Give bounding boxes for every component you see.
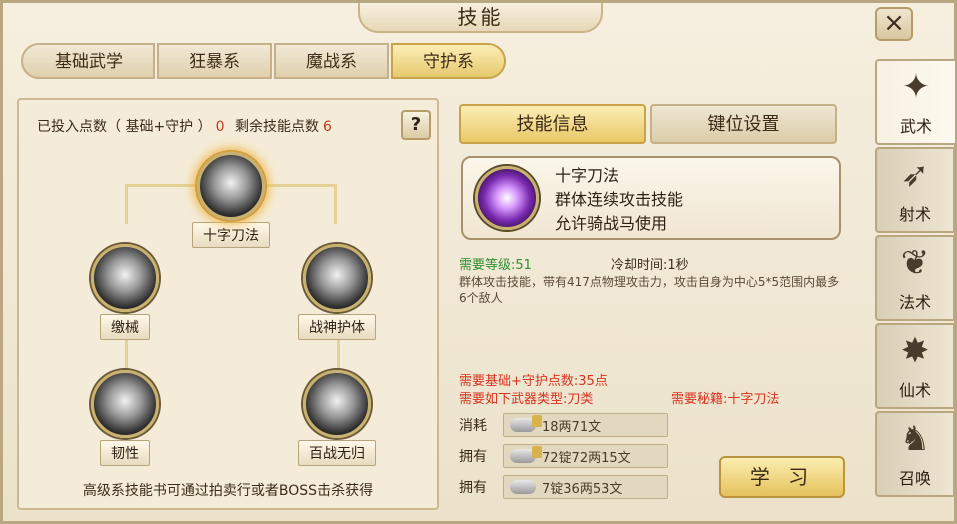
cost-value-box: 7锭36两53文 bbox=[503, 475, 668, 499]
skill-detail-panel: 技能信息 键位设置 十字刀法 群体连续攻击技能 允许骑战马使用 需要等级:51 … bbox=[451, 98, 853, 510]
school-tabs: 基础武学 狂暴系 魔战系 守护系 bbox=[21, 43, 506, 79]
cost-value-box: 72锭72两15文 bbox=[503, 444, 668, 468]
cost-value: 18两71文 bbox=[542, 419, 602, 435]
martial-arts-icon: ✦ bbox=[901, 67, 931, 107]
tab-berserk[interactable]: 狂暴系 bbox=[157, 43, 272, 79]
cost-label: 拥有 bbox=[459, 480, 487, 496]
skill-node-toughness[interactable]: 韧性 bbox=[77, 370, 173, 466]
sidebar-item-label: 仙术 bbox=[898, 381, 931, 400]
sidebar-item-label: 射术 bbox=[898, 205, 931, 224]
learn-button[interactable]: 学 习 bbox=[719, 456, 845, 498]
cost-label: 消耗 bbox=[459, 418, 487, 434]
cost-label: 拥有 bbox=[459, 449, 487, 465]
category-sidebar: ✦ 武术 ➶ 射术 ❦ 法术 ✸ 仙术 ♞ 召唤 bbox=[875, 59, 957, 499]
cross-blade-icon bbox=[475, 166, 539, 230]
sidebar-item-magic[interactable]: ❦ 法术 bbox=[875, 235, 955, 321]
help-button[interactable]: ? bbox=[401, 110, 431, 140]
skill-card-text: 十字刀法 群体连续攻击技能 允许骑战马使用 bbox=[555, 164, 683, 236]
war-god-guard-icon bbox=[303, 244, 371, 312]
skill-mount-note: 允许骑战马使用 bbox=[555, 214, 668, 233]
remaining-label: 剩余技能点数 bbox=[235, 119, 320, 135]
detail-tabs: 技能信息 键位设置 bbox=[459, 104, 837, 144]
sidebar-item-label: 召唤 bbox=[898, 469, 931, 488]
cost-row: 消耗 18两71文 bbox=[459, 412, 668, 438]
silver-coin-icon bbox=[510, 480, 536, 494]
invested-value: 0 bbox=[215, 119, 225, 135]
points-summary: 已投入点数（ 基础+守护 ） 0 剩余技能点数 6 bbox=[37, 116, 338, 136]
required-level: 需要等级:51 bbox=[459, 258, 532, 273]
shuriken-icon: ✸ bbox=[900, 331, 930, 371]
tab-guardian[interactable]: 守护系 bbox=[391, 43, 506, 79]
archery-icon: ➶ bbox=[900, 155, 930, 195]
skill-tree-panel: 已投入点数（ 基础+守护 ） 0 剩余技能点数 6 ? 十字刀法 缴械 战神护体 韧… bbox=[17, 98, 439, 510]
tab-basic-martial[interactable]: 基础武学 bbox=[21, 43, 155, 79]
cost-value: 72锭72两15文 bbox=[542, 450, 631, 466]
skill-window: 技能 × 基础武学 狂暴系 魔战系 守护系 已投入点数（ 基础+守护 ） 0 剩余… bbox=[0, 0, 957, 524]
cost-value: 7锭36两53文 bbox=[542, 481, 623, 497]
tree-note: 高级系技能书可通过拍卖行或者BOSS击杀获得 bbox=[82, 483, 374, 499]
hundred-battles-icon bbox=[303, 370, 371, 438]
cross-blade-icon bbox=[197, 152, 265, 220]
cost-value-box: 18两71文 bbox=[503, 413, 668, 437]
skill-node-hundred-battles[interactable]: 百战无归 bbox=[289, 370, 385, 466]
silver-coin-icon bbox=[510, 415, 542, 432]
sidebar-item-summon[interactable]: ♞ 召唤 bbox=[875, 411, 955, 497]
skill-name: 十字刀法 bbox=[555, 166, 620, 185]
required-points: 需要基础+守护点数:35点 bbox=[459, 374, 608, 389]
silver-coin-icon bbox=[510, 446, 542, 463]
window-title: 技能 bbox=[358, 3, 603, 33]
beast-icon: ♞ bbox=[899, 419, 931, 459]
gourd-icon: ❦ bbox=[900, 243, 930, 283]
disarm-icon bbox=[91, 244, 159, 312]
required-book: 需要秘籍:十字刀法 bbox=[671, 392, 780, 407]
tab-magic-war[interactable]: 魔战系 bbox=[274, 43, 389, 79]
skill-type: 群体连续攻击技能 bbox=[555, 190, 684, 209]
cost-row: 拥有 72锭72两15文 bbox=[459, 443, 668, 469]
invested-label: 已投入点数（ 基础+守护 ） bbox=[37, 119, 212, 135]
skill-node-war-god-guard[interactable]: 战神护体 bbox=[289, 244, 385, 340]
skill-label: 十字刀法 bbox=[192, 222, 270, 248]
sidebar-item-immortal[interactable]: ✸ 仙术 bbox=[875, 323, 955, 409]
close-button[interactable]: × bbox=[875, 7, 913, 41]
sidebar-item-label: 武术 bbox=[899, 117, 932, 136]
sidebar-item-martial-arts[interactable]: ✦ 武术 bbox=[875, 59, 955, 145]
sidebar-item-label: 法术 bbox=[898, 293, 931, 312]
skill-label: 百战无归 bbox=[298, 440, 376, 466]
required-weapon: 需要如下武器类型:刀类 bbox=[459, 392, 594, 407]
toughness-icon bbox=[91, 370, 159, 438]
tab-skill-info[interactable]: 技能信息 bbox=[459, 104, 646, 144]
skill-label: 战神护体 bbox=[298, 314, 376, 340]
skill-label: 韧性 bbox=[100, 440, 150, 466]
sidebar-item-archery[interactable]: ➶ 射术 bbox=[875, 147, 955, 233]
skill-node-cross-blade[interactable]: 十字刀法 bbox=[183, 152, 279, 248]
skill-node-disarm[interactable]: 缴械 bbox=[77, 244, 173, 340]
remaining-value: 6 bbox=[323, 119, 332, 135]
skill-card: 十字刀法 群体连续攻击技能 允许骑战马使用 bbox=[461, 156, 841, 240]
cost-row: 拥有 7锭36两53文 bbox=[459, 474, 668, 500]
skill-label: 缴械 bbox=[100, 314, 150, 340]
skill-description: 群体攻击技能，带有417点物理攻击力，攻击自身为中心5*5范围内最多6个敌人 bbox=[459, 275, 840, 305]
cooldown: 冷却时间:1秒 bbox=[611, 258, 689, 273]
tab-key-binding[interactable]: 键位设置 bbox=[650, 104, 837, 144]
